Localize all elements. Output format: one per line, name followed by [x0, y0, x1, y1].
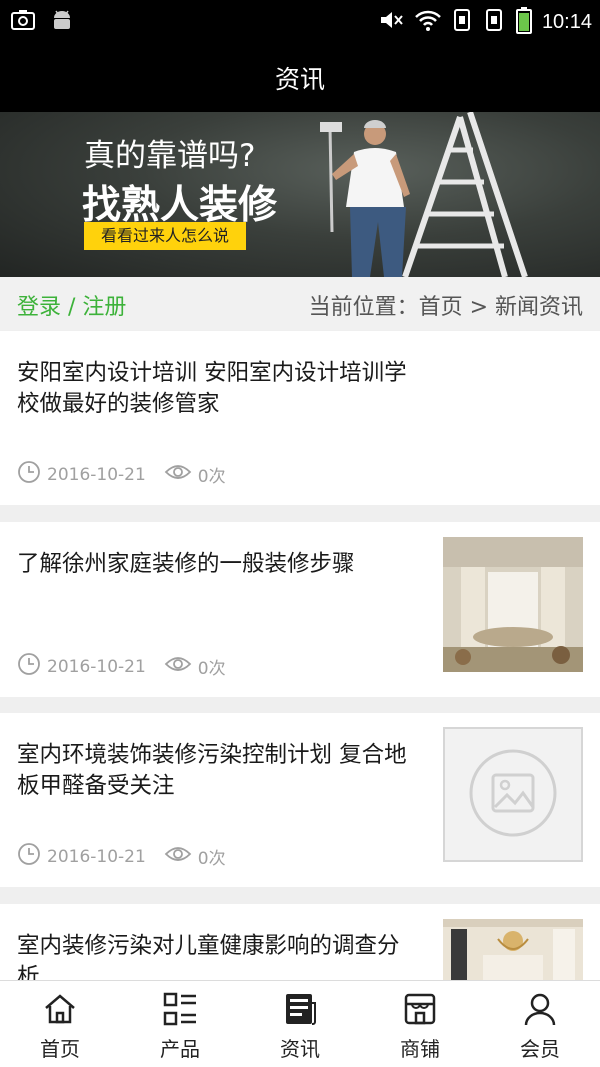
sim-signal-icon-2	[484, 7, 506, 37]
battery-icon	[515, 6, 532, 38]
news-title: 了解徐州家庭装修的一般装修步骤	[17, 551, 355, 577]
painter-ladder-illustration	[320, 112, 528, 277]
tab-member[interactable]: 会员	[480, 981, 600, 1067]
page-title: 资讯	[274, 65, 325, 94]
news-item[interactable]: 室内装修污染对儿童健康影响的调查分析	[0, 904, 600, 990]
app-root: 10:14 资讯 真的靠谱吗? 找熟人装修 看看过来人怎么说 登录 / 注册 当…	[0, 0, 600, 1067]
store-icon	[402, 991, 438, 1031]
news-title: 安阳室内设计培训 安阳室内设计培训学校做最好的装修管家	[17, 360, 407, 417]
clock-icon	[17, 460, 41, 489]
news-icon	[282, 991, 318, 1031]
news-thumbnail	[443, 537, 583, 672]
tab-label: 会员	[520, 1037, 560, 1061]
news-meta: 2016-10-21 0次	[17, 842, 226, 871]
clock-icon	[17, 842, 41, 871]
tab-store[interactable]: 商铺	[360, 981, 480, 1067]
subheader: 登录 / 注册 当前位置：首页 > 新闻资讯	[0, 277, 600, 330]
android-icon	[50, 8, 74, 36]
tab-label: 资讯	[280, 1037, 320, 1061]
news-date: 2016-10-21	[47, 656, 146, 677]
news-item[interactable]: 室内环境装饰装修污染控制计划 复合地板甲醛备受关注 2016-10-21 0次	[0, 713, 600, 887]
news-date: 2016-10-21	[47, 464, 146, 485]
clock-icon	[17, 652, 41, 681]
news-title: 室内环境装饰装修污染控制计划 复合地板甲醛备受关注	[17, 742, 407, 799]
news-thumbnail	[443, 919, 583, 984]
tab-home[interactable]: 首页	[0, 981, 120, 1067]
status-bar: 10:14	[0, 0, 600, 42]
news-date: 2016-10-21	[47, 846, 146, 867]
eye-icon	[164, 462, 192, 487]
bottom-tab-bar: 首页 产品 资讯 商铺 会员	[0, 980, 600, 1067]
product-grid-icon	[162, 991, 198, 1031]
promo-banner[interactable]: 真的靠谱吗? 找熟人装修 看看过来人怎么说	[0, 112, 600, 277]
title-bar: 资讯	[0, 42, 600, 112]
banner-cta-button[interactable]: 看看过来人怎么说	[84, 222, 246, 250]
news-thumbnail-placeholder	[443, 727, 583, 862]
tab-label: 产品	[160, 1037, 200, 1061]
banner-line1: 真的靠谱吗?	[84, 138, 256, 174]
breadcrumb: 当前位置：首页 > 新闻资讯	[308, 295, 583, 320]
login-register-link[interactable]: 登录 / 注册	[17, 289, 126, 321]
tab-products[interactable]: 产品	[120, 981, 240, 1067]
tab-news[interactable]: 资讯	[240, 981, 360, 1067]
eye-icon	[164, 654, 192, 679]
news-views: 0次	[197, 849, 226, 869]
home-icon	[42, 991, 78, 1031]
news-meta: 2016-10-21 0次	[17, 460, 226, 489]
news-views: 0次	[197, 659, 226, 679]
screenshot-icon	[10, 8, 36, 36]
news-meta: 2016-10-21 0次	[17, 652, 226, 681]
eye-icon	[164, 844, 192, 869]
clock: 10:14	[541, 10, 592, 33]
mute-icon	[378, 8, 404, 36]
news-item[interactable]: 安阳室内设计培训 安阳室内设计培训学校做最好的装修管家 2016-10-21 0…	[0, 331, 600, 505]
wifi-icon	[414, 8, 442, 36]
member-icon	[522, 991, 558, 1031]
tab-label: 商铺	[400, 1037, 440, 1061]
news-views: 0次	[197, 467, 226, 487]
sim-signal-icon	[452, 7, 474, 37]
tab-label: 首页	[40, 1037, 80, 1061]
news-item[interactable]: 了解徐州家庭装修的一般装修步骤 2016-10-21 0次	[0, 522, 600, 697]
